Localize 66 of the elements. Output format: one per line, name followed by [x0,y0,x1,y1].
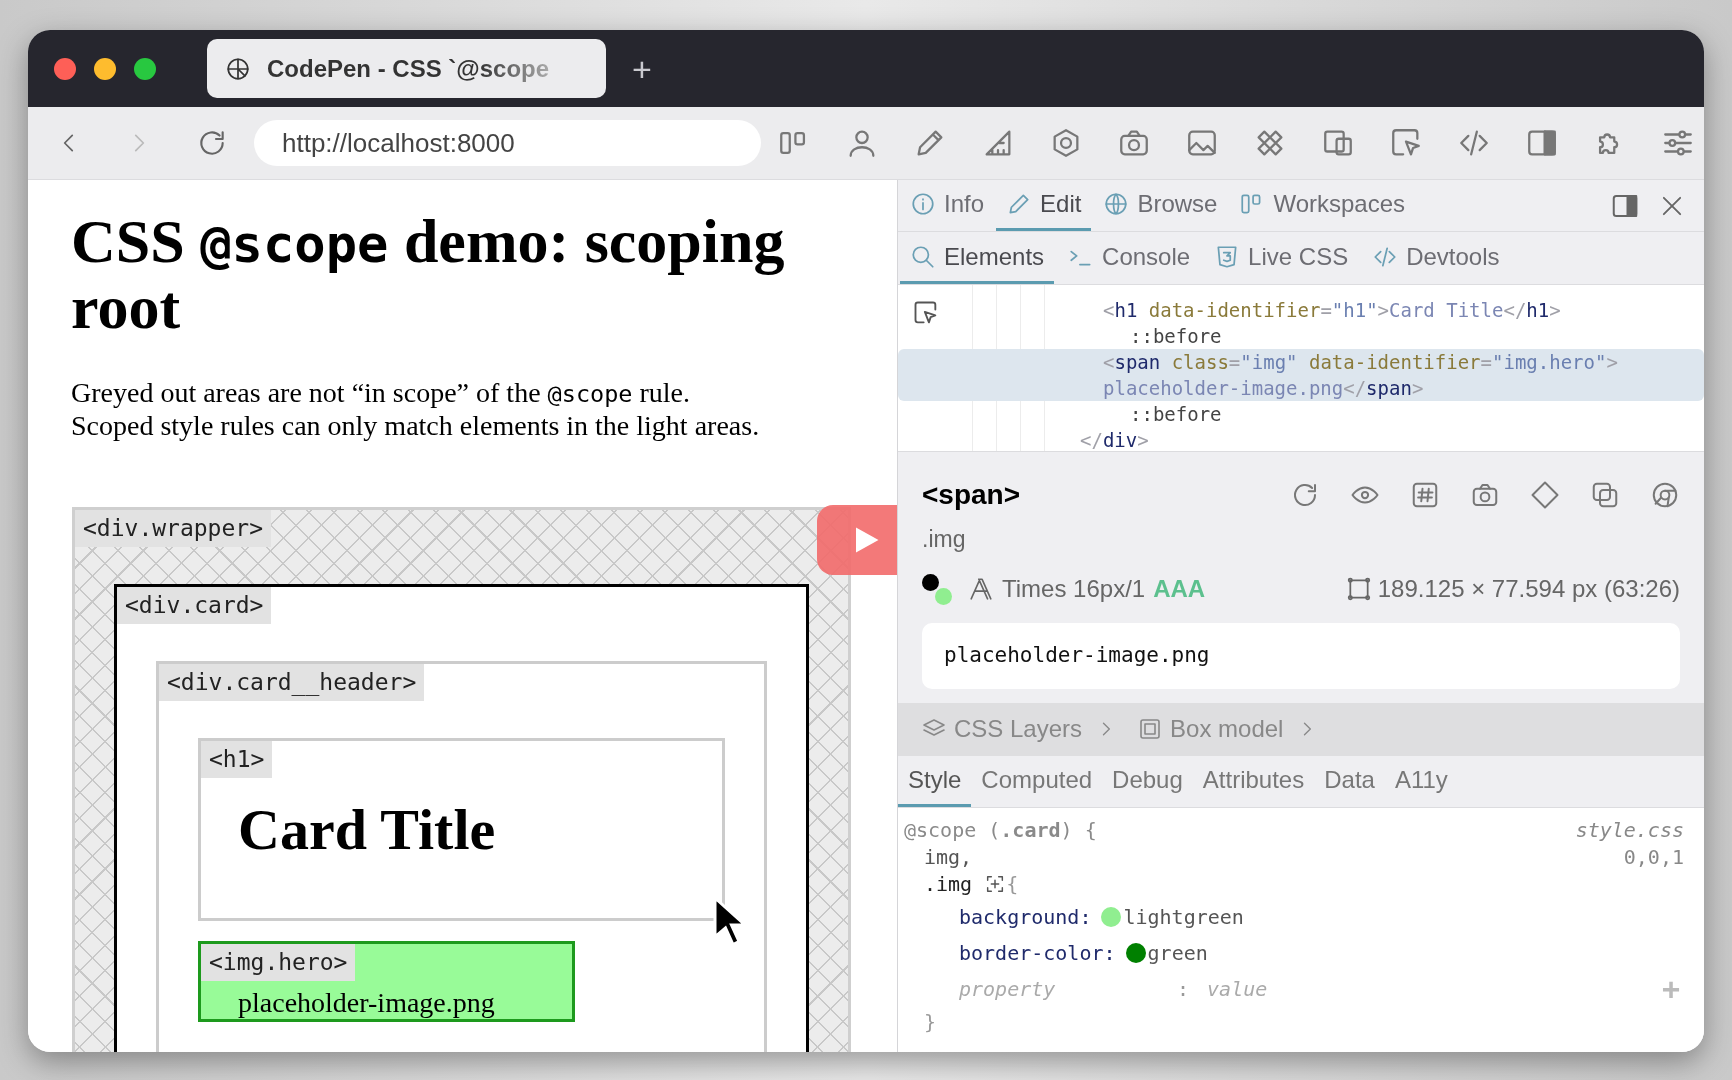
element-label: <div.wrapper> [75,510,271,547]
property-name: background: [959,904,1092,931]
brace-text: } [924,1008,937,1036]
panel-tab[interactable]: Edit [996,180,1092,231]
at-rule-text: @scope (.card) { [904,816,1097,844]
element-label: <div.card__header> [159,664,425,701]
globe-icon [1103,191,1130,217]
contrast-rating: AAA [1153,573,1206,604]
new-tab-button[interactable]: + [632,51,652,86]
property-value: green [1147,940,1208,967]
diamond-icon[interactable] [1530,480,1560,510]
selector-text: .img [924,870,973,898]
section-link[interactable]: Box model [1138,711,1318,747]
style-panel-tab[interactable]: Attributes [1192,755,1315,807]
page-heading: CSS @scope demo: scoping root [71,210,786,339]
box-model-icon [1138,717,1163,741]
font-info: Times 16px/1 [1002,573,1146,604]
selector-text: img, [924,843,973,871]
play-button[interactable] [817,505,897,575]
devtools-tab[interactable]: Devtools [1362,232,1510,284]
devtools-tab[interactable]: Live CSS [1204,232,1359,284]
color-swatch[interactable] [1125,943,1146,963]
card-title: Card Title [237,796,497,864]
search-icon [910,243,936,270]
specificity-text: 0,0,1 [1623,843,1684,871]
class-name: .img [922,525,967,554]
address-bar[interactable]: http://localhost:8000 [254,120,761,166]
intro-paragraph: Greyed out areas are not “in scope” of the @scope rule. Scoped style rules can only match elements in the light areas. [71,377,761,442]
browser-tab[interactable]: CodePen - CSS `@scope [207,39,606,98]
property-value: lightgreen [1123,904,1244,931]
panel-tab[interactable]: Workspaces [1229,180,1416,231]
close-window-button[interactable] [54,57,76,80]
info-icon [910,191,936,217]
color-swatch[interactable] [1101,907,1122,927]
value-input[interactable]: value [1207,974,1408,1004]
style-panel-tab[interactable]: Computed [971,755,1103,807]
element-dimensions: 189.125 × 77.594 px (63:26) [1377,573,1680,604]
dimensions-icon [1345,575,1372,602]
property-input[interactable]: property [959,974,1159,1004]
image-filename-text: placeholder-image.png [237,986,496,1019]
dom-node-line[interactable]: ::before [898,323,1704,349]
dom-node-line[interactable]: ::before [898,401,1704,427]
font-icon [968,575,994,602]
dom-node-line[interactable]: <h1 data-identifier="h1">Card Title</h1> [898,297,1704,323]
maximize-window-button[interactable] [134,57,156,80]
dom-node-line[interactable]: </div> [898,427,1704,451]
element-label: <h1> [201,741,273,778]
element-label: <img.hero> [201,944,356,981]
brace-text: { [1006,870,1019,898]
devtools-tab[interactable]: Console [1058,232,1201,284]
minimize-window-button[interactable] [94,57,116,80]
element-label: <div.card> [117,587,272,624]
panel-tab[interactable]: Browse [1093,180,1228,231]
element-tag-name: <span> [922,478,1021,512]
content-field[interactable]: placeholder-image.png [922,622,1680,689]
hash-icon[interactable] [1410,480,1440,510]
section-link[interactable]: CSS Layers [922,711,1117,747]
style-panel-tab[interactable]: A11y [1384,755,1458,807]
style-panel-tab[interactable]: Debug [1102,755,1193,807]
style-panel-tab[interactable]: Data [1314,755,1385,807]
source-file-link[interactable]: style.css [1575,814,1684,845]
separator-text: : [1177,976,1190,1003]
globe-icon [225,55,251,82]
copy-icon[interactable] [1590,480,1620,510]
panel-tab[interactable]: Info [900,180,995,231]
property-name: border-color: [959,940,1116,967]
